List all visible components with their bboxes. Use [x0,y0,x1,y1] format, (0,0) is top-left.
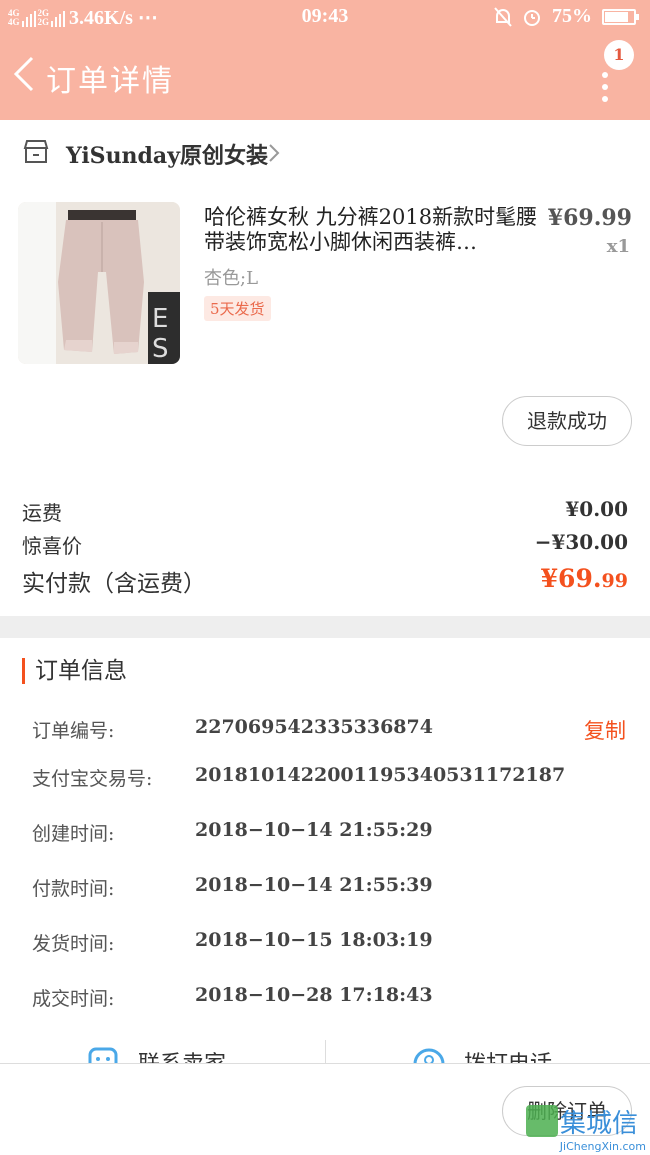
footer-bar: 删除订单 集城信 JiChengXin.com [0,1063,650,1155]
total-paid-cents: 99 [601,570,628,592]
shipping-tag: 5天发货 [204,296,271,321]
notification-badge: 1 [604,40,634,70]
links-divider [325,1040,326,1064]
order-info-row: 创建时间: 2018−10−14 21:55:29 [32,819,632,846]
created-time-label: 创建时间: [32,823,115,845]
back-arrow-icon[interactable] [10,54,40,94]
section-divider [0,616,650,638]
alipay-trade-number-value: 2018101422001195340531172187 [195,764,566,786]
shop-name: YiSunday原创女装 [66,143,268,169]
watermark-text: 集城信 [560,1109,639,1139]
created-time-value: 2018−10−14 21:55:29 [195,819,433,841]
alipay-trade-number-label: 支付宝交易号: [32,768,153,790]
product-spec: 杏色;L [204,268,259,289]
total-paid-value: ¥69.99 [541,564,628,593]
total-paid-main: ¥69. [540,564,602,593]
order-info-row: 订单编号: 227069542335336874 [32,716,632,743]
order-info-row: 支付宝交易号: 2018101422001195340531172187 [32,764,632,791]
product-price: ¥69.99 [547,205,632,231]
shipping-fee-row: 运费 ¥0.00 [22,497,628,526]
call-label: 拨打电话 [464,1046,552,1064]
order-info-row: 成交时间: 2018−10−28 17:18:43 [32,984,632,1011]
svg-text:S: S [152,334,169,364]
alarm-clock-icon [524,9,540,26]
mute-bell-icon [494,6,512,27]
order-number-label: 订单编号: [32,720,115,742]
phone-icon [413,1048,445,1064]
nav-bar: 订单详情 1 [0,34,650,120]
order-info-row: 付款时间: 2018−10−14 21:55:39 [32,874,632,901]
contact-seller-link[interactable]: 联系卖家 [86,1046,226,1064]
chevron-right-icon [269,144,280,162]
order-number-value: 227069542335336874 [195,716,433,738]
completed-time-label: 成交时间: [32,988,115,1010]
payment-time-value: 2018−10−14 21:55:39 [195,874,433,896]
payment-time-label: 付款时间: [32,878,115,900]
shipping-fee-label: 运费 [22,501,62,525]
total-paid-label: 实付款（含运费） [22,571,206,597]
battery-percent: 75% [552,5,592,27]
watermark-subtext: JiChengXin.com [559,1140,646,1153]
product-quantity: x1 [606,236,630,257]
shipped-time-label: 发货时间: [32,933,115,955]
product-image[interactable]: E S [18,202,180,364]
status-bar: 4G 4G 2G 2G 3.46K/s ⋯ 09:43 75% [0,0,650,34]
total-paid-row: 实付款（含运费） ¥69.99 [22,564,628,598]
shipped-time-value: 2018−10−15 18:03:19 [195,929,433,951]
refund-status-button[interactable]: 退款成功 [502,396,632,446]
more-menu-icon[interactable] [602,72,610,108]
shop-row[interactable]: YiSunday原创女装 [0,120,650,184]
store-icon [23,140,49,163]
discount-value: −¥30.00 [534,530,628,554]
product-photo-pants: E S [18,202,180,364]
discount-label: 惊喜价 [22,534,82,558]
watermark-icon [526,1105,558,1137]
product-title[interactable]: 哈伦裤女秋 九分裤2018新款时髦腰带装饰宽松小脚休闲西装裤… [204,205,544,255]
order-info-title: 订单信息 [22,658,127,684]
status-right: 75% [494,5,639,28]
order-info-row: 发货时间: 2018−10−15 18:03:19 [32,929,632,956]
discount-row: 惊喜价 −¥30.00 [22,530,628,559]
battery-icon [602,8,639,25]
contact-links: 联系卖家 拨打电话 [0,1040,650,1064]
battery-fill [605,11,628,22]
completed-time-value: 2018−10−28 17:18:43 [195,984,433,1006]
shipping-fee-value: ¥0.00 [565,497,628,521]
watermark-logo: 集城信 JiChengXin.com [526,1103,646,1153]
svg-text:E: E [152,304,168,334]
contact-seller-label: 联系卖家 [138,1046,226,1064]
page-title: 订单详情 [46,64,174,99]
chat-bubble-icon [88,1047,118,1064]
call-link[interactable]: 拨打电话 [412,1046,552,1064]
